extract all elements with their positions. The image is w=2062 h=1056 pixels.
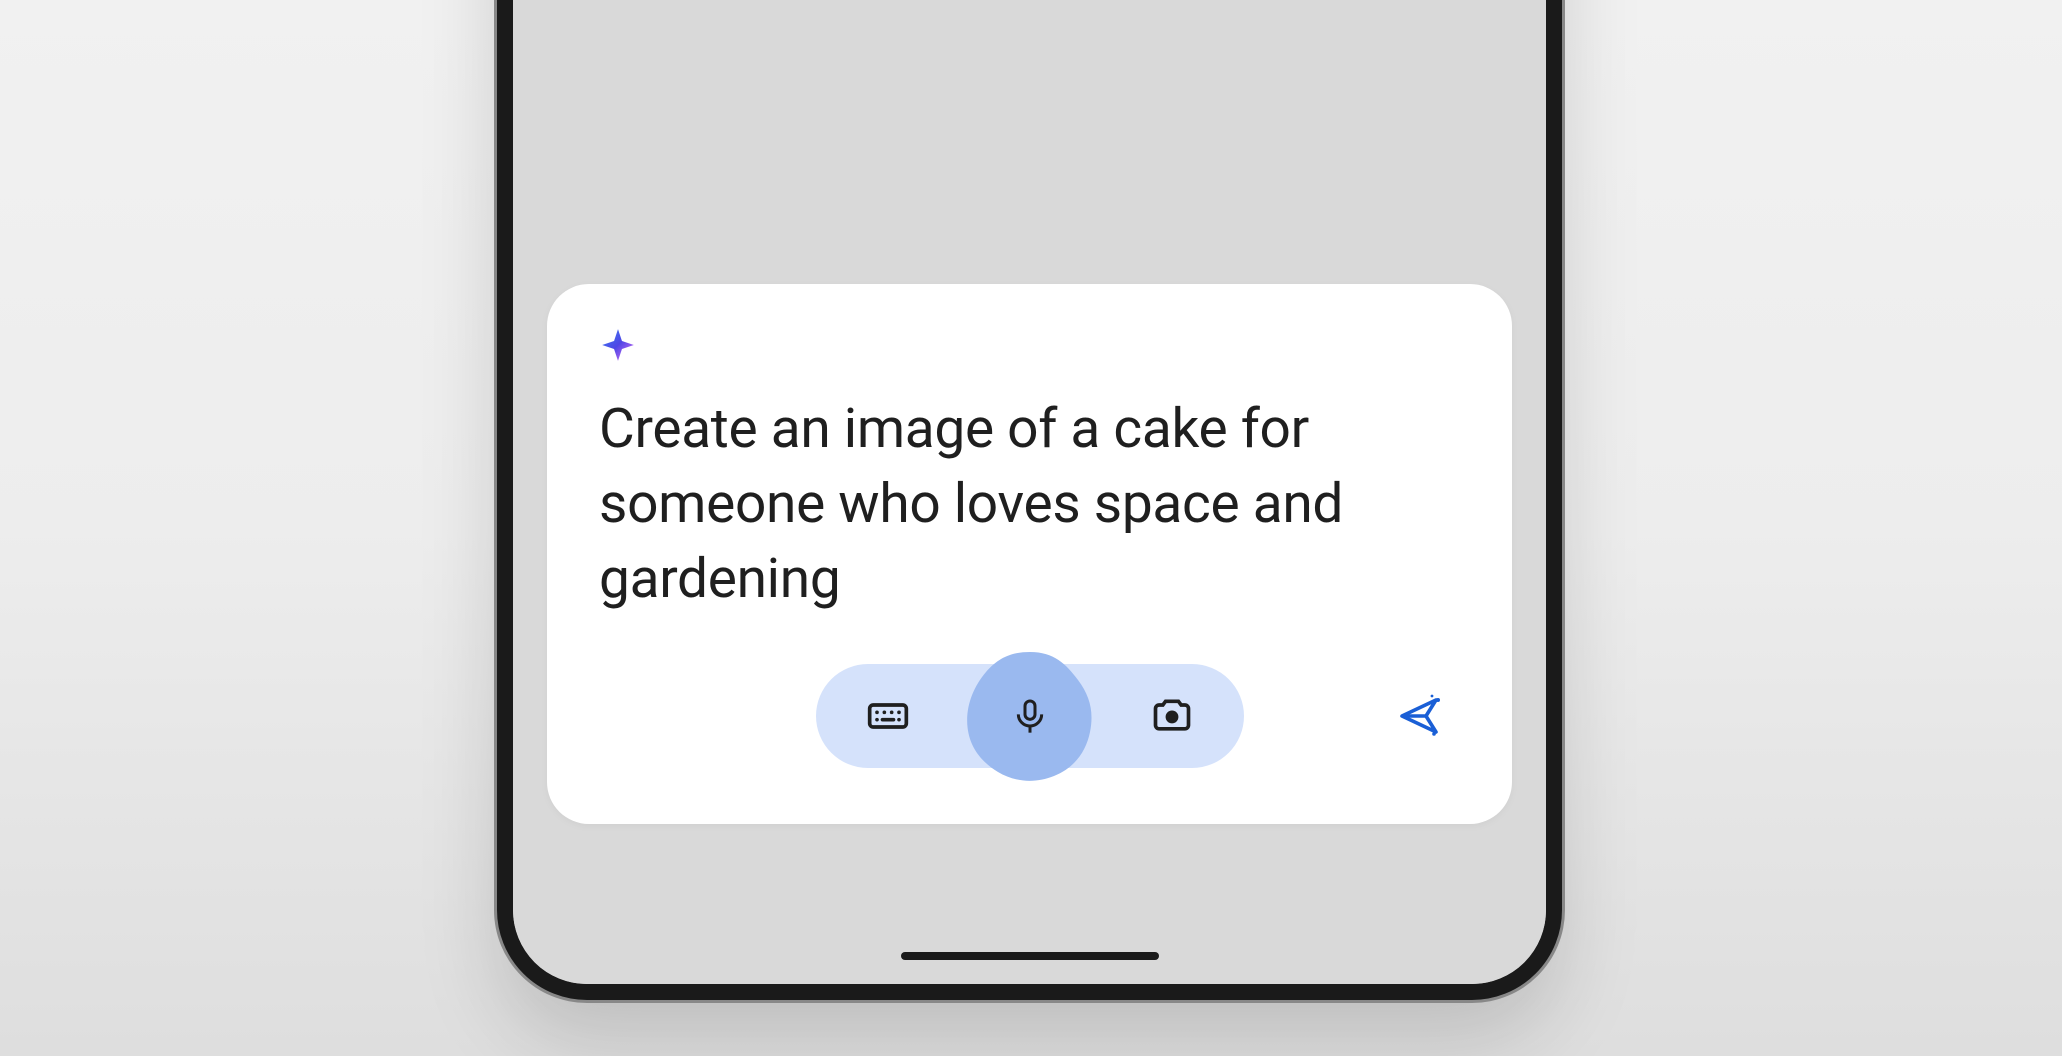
input-mode-group	[816, 664, 1244, 768]
microphone-icon	[1010, 696, 1050, 736]
prompt-text[interactable]: Create an image of a cake for someone wh…	[599, 392, 1460, 616]
home-indicator[interactable]	[901, 952, 1159, 960]
phone-frame: Create an image of a cake for someone wh…	[497, 0, 1562, 1000]
phone-screen: Create an image of a cake for someone wh…	[513, 0, 1546, 984]
send-icon	[1396, 692, 1444, 740]
camera-button[interactable]	[1140, 684, 1204, 748]
sparkle-icon	[599, 326, 637, 364]
prompt-card: Create an image of a cake for someone wh…	[547, 284, 1512, 824]
microphone-button[interactable]	[998, 684, 1062, 748]
send-button[interactable]	[1390, 686, 1450, 746]
camera-icon	[1150, 694, 1194, 738]
input-toolbar	[599, 656, 1460, 776]
keyboard-button[interactable]	[856, 684, 920, 748]
keyboard-icon	[866, 694, 910, 738]
